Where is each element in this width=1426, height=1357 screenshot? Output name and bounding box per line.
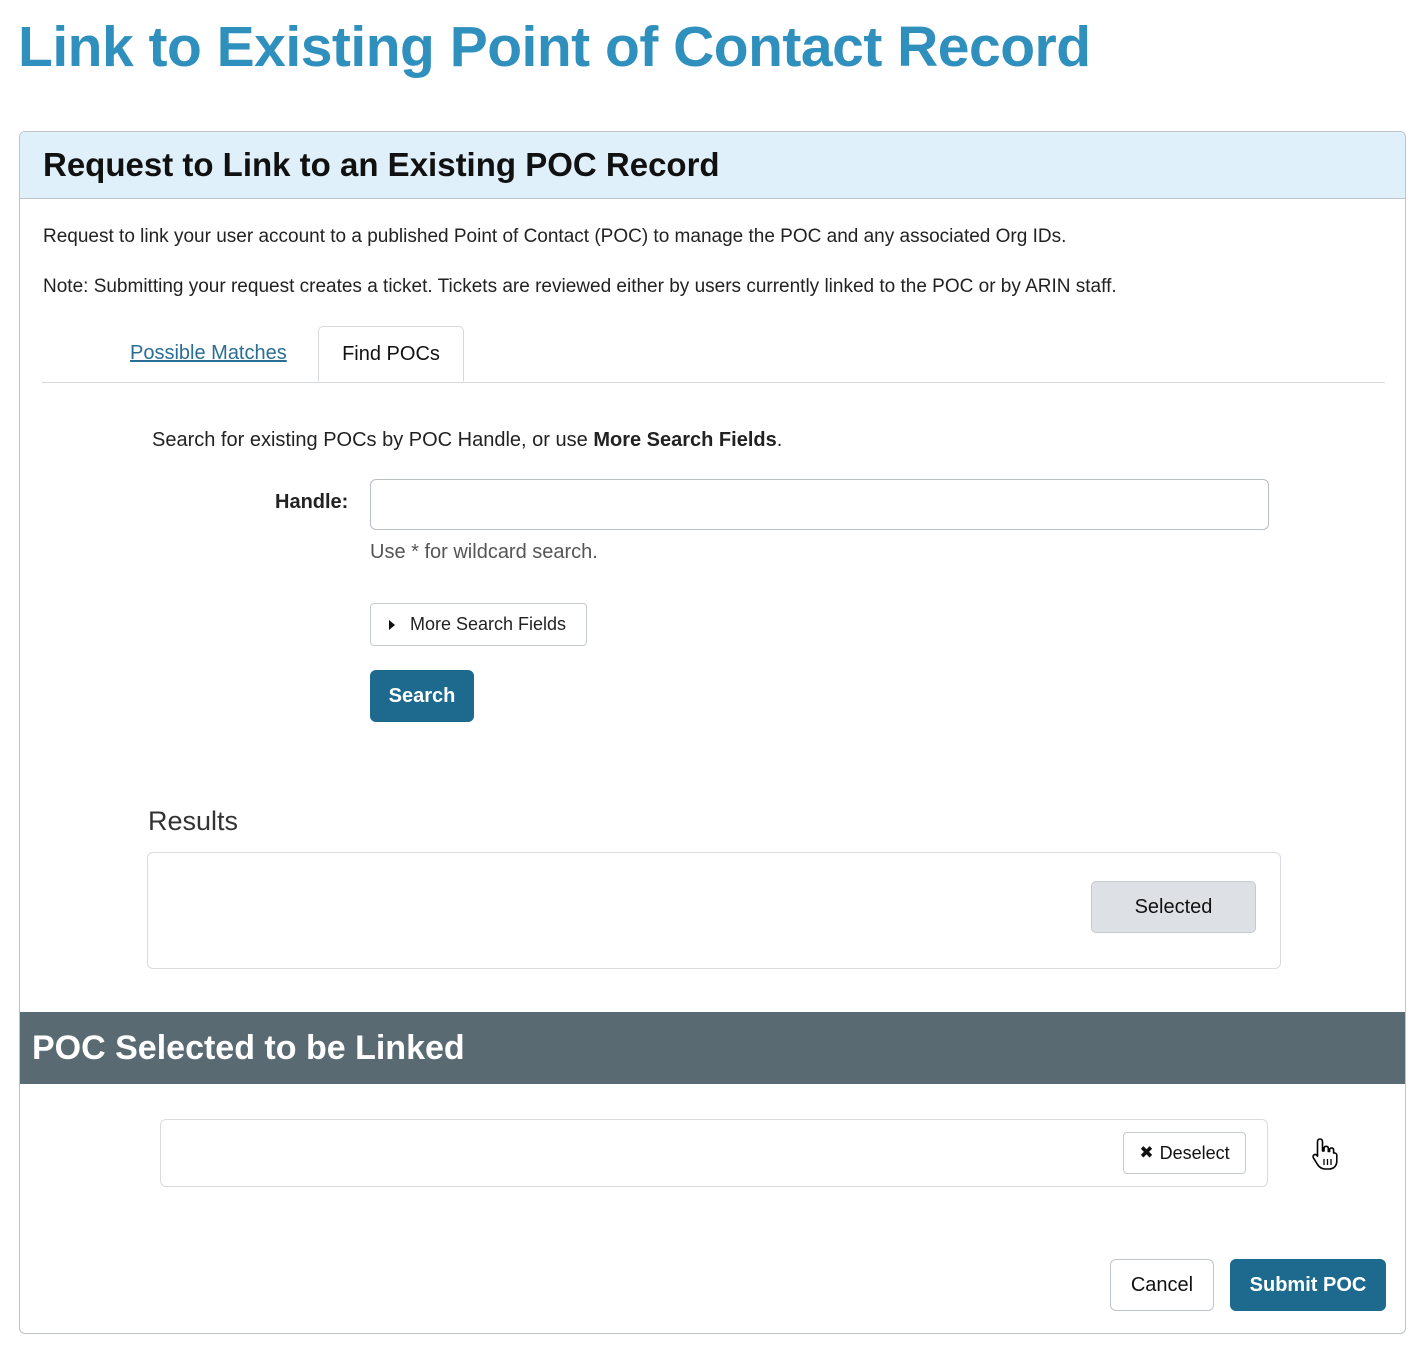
deselect-label: Deselect bbox=[1159, 1142, 1230, 1163]
linked-poc-box: ✖ Deselect bbox=[160, 1119, 1268, 1187]
tab-bar: Possible Matches Find POCs bbox=[42, 326, 1385, 383]
note-text: Note: Submitting your request creates a … bbox=[43, 276, 1117, 297]
results-title: Results bbox=[148, 806, 239, 836]
cancel-button[interactable]: Cancel bbox=[1110, 1259, 1214, 1311]
search-intro: Search for existing POCs by POC Handle, … bbox=[152, 429, 782, 452]
caret-right-icon bbox=[389, 619, 395, 630]
close-icon: ✖ bbox=[1139, 1143, 1154, 1162]
wildcard-help-text: Use * for wildcard search. bbox=[370, 541, 598, 563]
description-text: Request to link your user account to a p… bbox=[43, 226, 1067, 247]
results-box: Selected bbox=[147, 852, 1281, 969]
panel-title: Request to Link to an Existing POC Recor… bbox=[43, 146, 720, 183]
panel-header: Request to Link to an Existing POC Recor… bbox=[20, 132, 1405, 199]
selected-button[interactable]: Selected bbox=[1091, 881, 1256, 933]
search-intro-text: Search for existing POCs by POC Handle, … bbox=[152, 429, 594, 451]
hand-pointer-icon bbox=[1312, 1138, 1338, 1170]
more-search-fields-button[interactable]: More Search Fields bbox=[370, 603, 587, 646]
linked-header: POC Selected to be Linked bbox=[20, 1012, 1405, 1084]
request-panel: Request to Link to an Existing POC Recor… bbox=[19, 131, 1406, 1334]
deselect-button[interactable]: ✖ Deselect bbox=[1123, 1132, 1246, 1174]
tab-find-pocs[interactable]: Find POCs bbox=[318, 326, 464, 382]
search-button[interactable]: Search bbox=[370, 670, 474, 722]
page-title: Link to Existing Point of Contact Record bbox=[18, 15, 1091, 79]
more-search-fields-label: More Search Fields bbox=[410, 614, 567, 634]
search-intro-bold: More Search Fields bbox=[593, 429, 777, 451]
linked-title: POC Selected to be Linked bbox=[32, 1028, 465, 1067]
handle-input[interactable] bbox=[370, 479, 1269, 530]
handle-label: Handle: bbox=[275, 491, 349, 513]
submit-poc-button[interactable]: Submit POC bbox=[1230, 1259, 1386, 1311]
tab-possible-matches[interactable]: Possible Matches bbox=[130, 342, 287, 365]
search-intro-suffix: . bbox=[776, 429, 783, 451]
